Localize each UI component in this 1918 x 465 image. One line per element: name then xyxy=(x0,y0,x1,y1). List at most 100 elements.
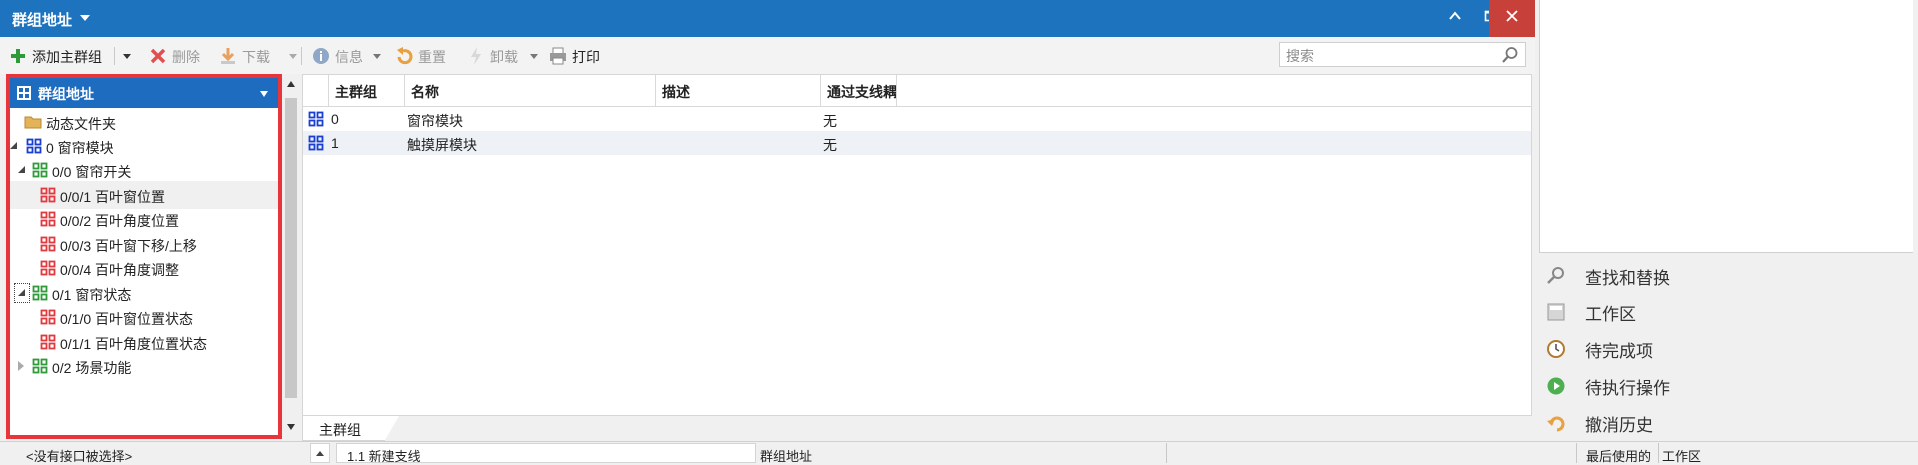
collapse-button[interactable] xyxy=(1437,0,1473,37)
title-dropdown-icon[interactable] xyxy=(80,15,90,21)
current-line-box[interactable]: 1.1 新建支线 xyxy=(336,443,756,464)
column-header-description[interactable]: 描述 xyxy=(656,75,821,106)
group-address-icon xyxy=(40,187,56,203)
chevron-down-icon xyxy=(289,54,297,59)
interface-status[interactable]: <没有接口被选择> xyxy=(26,446,132,465)
tree-node-address-0-1-0[interactable]: 0/1/0 百叶窗位置状态 xyxy=(10,303,278,331)
chevron-up-icon xyxy=(1449,11,1461,20)
reset-button[interactable]: 重置 xyxy=(394,45,456,67)
tab-strip: 主群组 xyxy=(302,416,1532,441)
add-icon xyxy=(11,49,25,63)
chevron-down-icon xyxy=(373,54,381,59)
table-row[interactable]: 1 触摸屏模块 无 xyxy=(303,131,1531,155)
reset-icon xyxy=(397,47,413,65)
properties-area xyxy=(1539,0,1913,253)
printer-icon xyxy=(550,47,566,65)
unload-icon xyxy=(471,47,481,65)
chevron-up-icon xyxy=(316,451,324,456)
main-group-table: 主群组 名称 描述 通过支线耦 0 窗帘模块 无 1 触摸屏模块 无 xyxy=(302,74,1532,416)
play-icon xyxy=(1547,377,1565,395)
table-row[interactable]: 0 窗帘模块 无 xyxy=(303,107,1531,131)
current-line: 1.1 新建支线 xyxy=(347,449,421,464)
status-separator xyxy=(1576,443,1577,463)
toolbar: 添加主群组 删除 下载 信息 重置 卸载 打印 xyxy=(0,37,1535,74)
main-group-icon xyxy=(26,138,42,154)
toolbar-separator xyxy=(114,47,115,65)
group-address-icon xyxy=(40,211,56,227)
group-address-tree: 群组地址 动态文件夹 0 窗帘模块 0/0 窗帘开关 0/0/1 百叶窗位置 0… xyxy=(6,74,282,439)
last-used-label[interactable]: 最后使用的 xyxy=(1586,446,1651,465)
right-side-panel: 查找和替换 工作区 待完成项 待执行操作 撤消历史 xyxy=(1535,0,1918,463)
column-header-icon xyxy=(303,75,329,106)
table-header: 主群组 名称 描述 通过支线耦 xyxy=(303,75,1531,107)
window-title: 群组地址 xyxy=(12,12,73,29)
collapse-toggle-icon[interactable] xyxy=(18,361,24,371)
cell-main-group: 1 xyxy=(331,135,339,151)
status-context: 群组地址 xyxy=(760,449,813,464)
download-button[interactable]: 下载 xyxy=(218,45,282,67)
title-bar: 群组地址 xyxy=(0,0,1535,37)
cell-pass-through: 无 xyxy=(823,113,837,129)
expand-toggle-icon[interactable] xyxy=(18,166,25,173)
middle-group-icon xyxy=(32,162,48,178)
scroll-thumb[interactable] xyxy=(285,98,297,398)
tree-node-address-0-0-2[interactable]: 0/0/2 百叶角度位置 xyxy=(10,205,278,233)
group-address-icon xyxy=(40,309,56,325)
toolbar-separator xyxy=(301,47,302,65)
column-header-pass-through-line-coupler[interactable]: 通过支线耦 xyxy=(821,75,897,106)
main-group-icon xyxy=(308,111,324,127)
print-button[interactable]: 打印 xyxy=(548,45,612,67)
middle-group-icon xyxy=(32,358,48,374)
group-address-icon xyxy=(17,86,31,100)
close-icon xyxy=(1506,10,1518,22)
search-replace-icon xyxy=(1547,267,1564,284)
download-icon xyxy=(221,48,235,64)
cell-pass-through: 无 xyxy=(823,137,837,153)
tab-main-group[interactable]: 主群组 xyxy=(302,416,399,441)
unload-button[interactable]: 卸载 xyxy=(466,45,540,67)
clock-icon xyxy=(1547,340,1565,358)
group-address-icon xyxy=(40,260,56,276)
info-icon xyxy=(313,48,329,64)
scroll-down-icon[interactable] xyxy=(287,424,295,430)
tree-node-middle-group-0-0[interactable]: 0/0 窗帘开关 xyxy=(10,156,278,184)
tree-node-middle-group-0-2[interactable]: 0/2 场景功能 xyxy=(10,352,278,380)
status-separator xyxy=(1166,443,1167,463)
line-selector-toggle[interactable] xyxy=(310,443,330,463)
tab-edge xyxy=(385,416,399,440)
delete-icon xyxy=(150,48,166,64)
status-bar: <没有接口被选择> 1.1 新建支线 群组地址 最后使用的 工作区 xyxy=(0,441,1918,464)
group-address-icon xyxy=(40,334,56,350)
main-group-icon xyxy=(308,135,324,151)
search-box xyxy=(1279,42,1526,67)
chevron-down-icon xyxy=(530,54,538,59)
tree-node-address-0-0-4[interactable]: 0/0/4 百叶角度调整 xyxy=(10,254,278,282)
search-input[interactable] xyxy=(1284,45,1493,66)
column-header-main-group[interactable]: 主群组 xyxy=(329,75,405,106)
status-separator xyxy=(1658,443,1659,463)
tree-header[interactable]: 群组地址 xyxy=(10,78,278,108)
chevron-down-icon[interactable] xyxy=(260,91,268,97)
tree-scrollbar[interactable] xyxy=(282,74,300,439)
add-main-group-button[interactable]: 添加主群组 xyxy=(8,45,108,67)
cell-name: 窗帘模块 xyxy=(407,113,463,129)
chevron-down-icon xyxy=(123,54,131,59)
expand-toggle-icon[interactable] xyxy=(10,142,17,149)
group-address-icon xyxy=(40,236,56,252)
add-options-dropdown[interactable] xyxy=(120,45,134,67)
expand-toggle-icon[interactable] xyxy=(18,289,25,296)
undo-icon xyxy=(1547,416,1565,432)
workspace-label[interactable]: 工作区 xyxy=(1662,446,1701,465)
cell-name: 触摸屏模块 xyxy=(407,137,477,153)
close-button[interactable] xyxy=(1489,0,1535,37)
column-header-name[interactable]: 名称 xyxy=(405,75,656,106)
download-dropdown[interactable] xyxy=(288,45,298,67)
middle-group-icon xyxy=(32,285,48,301)
workspace-icon xyxy=(1547,303,1565,321)
scroll-up-icon[interactable] xyxy=(287,81,295,87)
folder-icon xyxy=(24,116,42,129)
delete-button[interactable]: 删除 xyxy=(148,45,208,67)
info-button[interactable]: 信息 xyxy=(311,45,383,67)
cell-main-group: 0 xyxy=(331,111,339,127)
search-icon[interactable] xyxy=(1501,46,1519,64)
